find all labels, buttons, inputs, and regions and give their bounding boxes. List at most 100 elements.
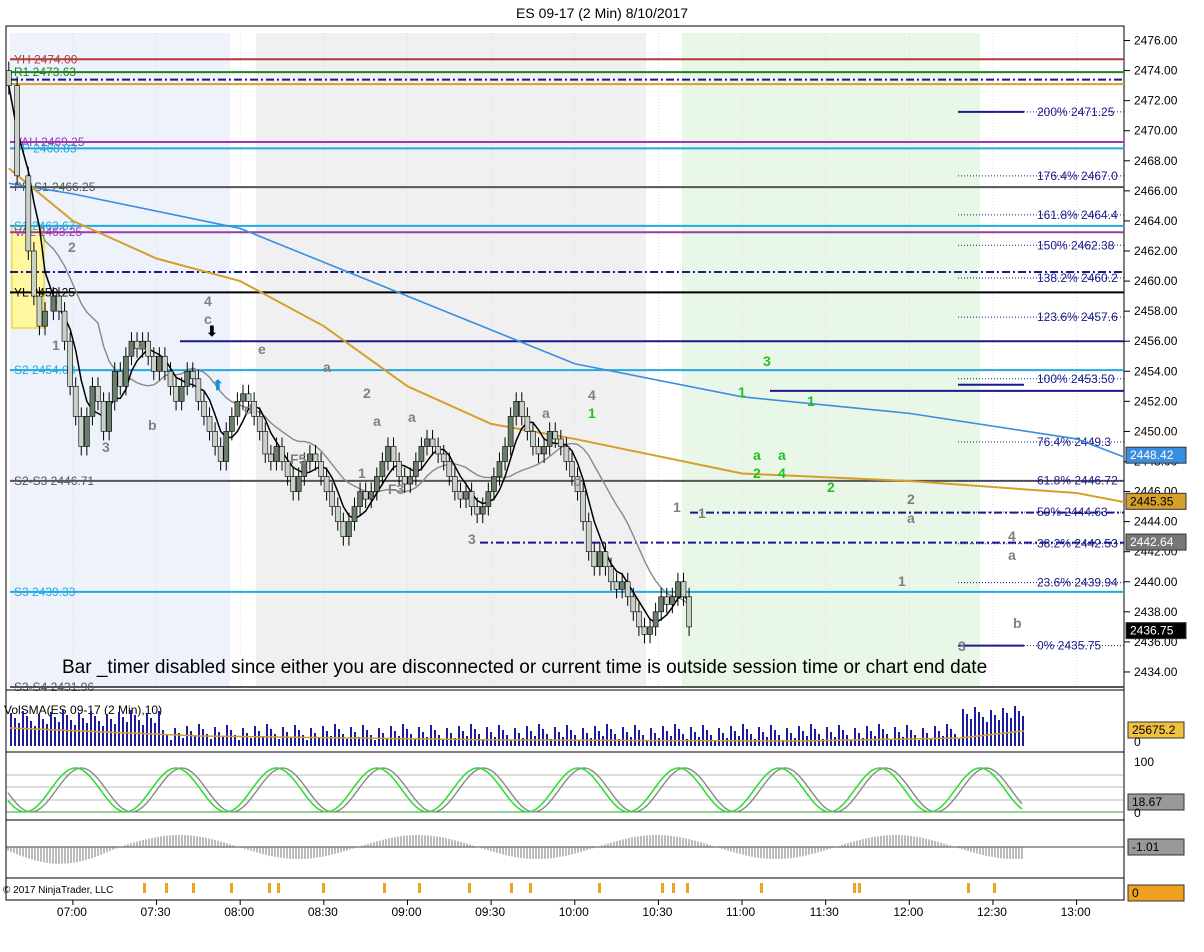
volume-bar xyxy=(838,725,840,746)
volume-bar xyxy=(562,737,564,746)
candle-body xyxy=(686,596,692,628)
candle-body xyxy=(256,416,263,432)
candle-body xyxy=(106,401,112,432)
price-tick-label: 2452.00 xyxy=(1134,394,1178,408)
volume-bar xyxy=(774,730,776,746)
price-tick-label: 2474.00 xyxy=(1134,64,1178,78)
volume-bar xyxy=(922,728,924,746)
volume-bar xyxy=(750,734,752,746)
orange-marker xyxy=(598,883,601,893)
volume-bar xyxy=(174,728,176,746)
orange-marker xyxy=(383,883,386,893)
session-zone-midday xyxy=(682,33,980,687)
volume-bar xyxy=(182,738,184,746)
wave-label: 3 xyxy=(468,531,476,547)
price-tick-label: 2434.00 xyxy=(1134,665,1178,679)
candle-body xyxy=(591,551,598,568)
candle-body xyxy=(217,446,224,462)
candle-body xyxy=(396,461,402,477)
volume-bar xyxy=(418,727,420,746)
fib-label: 138.2% 2460.2 xyxy=(1037,271,1118,285)
candle-body xyxy=(150,355,157,372)
volume-bar xyxy=(274,734,276,746)
volume-bar xyxy=(650,728,652,746)
volume-bar xyxy=(698,737,700,746)
price-tick-label: 2470.00 xyxy=(1134,124,1178,138)
volume-bar xyxy=(146,713,148,746)
candle-body xyxy=(619,581,625,590)
copyright-text: © 2017 NinjaTrader, LLC xyxy=(3,885,113,896)
candle-body xyxy=(318,461,324,477)
candle-body xyxy=(407,476,414,485)
volume-bar xyxy=(82,718,84,746)
volume-indicator-label: VolSMA(ES 09-17 (2 Min),10) xyxy=(4,703,162,717)
volume-bar xyxy=(26,716,28,746)
candle-body xyxy=(201,401,207,417)
volume-bar xyxy=(814,729,816,746)
candle-body xyxy=(647,626,653,635)
candle-body xyxy=(312,453,319,462)
volume-bar xyxy=(622,727,624,746)
volume-bar xyxy=(78,713,80,746)
candle-body xyxy=(585,521,592,552)
price-tag-label: 2445.35 xyxy=(1130,494,1174,508)
volume-bar xyxy=(754,739,756,746)
volume-bar xyxy=(678,729,680,746)
volume-bar xyxy=(970,719,972,746)
volume-bar xyxy=(762,732,764,746)
candle-body xyxy=(385,446,391,462)
wave-label: 1 xyxy=(898,573,906,589)
volume-bar xyxy=(382,733,384,746)
volume-bar xyxy=(1002,708,1004,746)
volume-bar xyxy=(58,722,60,746)
volume-bar xyxy=(1006,713,1008,746)
orange-marker xyxy=(418,883,421,893)
volume-bar xyxy=(62,710,64,746)
volume-bar xyxy=(794,738,796,746)
wave-label: 1 xyxy=(698,505,706,521)
candle-body xyxy=(374,476,380,492)
candle-body xyxy=(323,476,330,492)
time-tick-label: 12:00 xyxy=(893,905,923,919)
candle-body xyxy=(156,355,163,372)
candle-body xyxy=(446,461,453,477)
time-tick-label: 12:30 xyxy=(977,905,1007,919)
candle-body xyxy=(100,401,107,432)
volume-bar xyxy=(926,733,928,746)
volume-bar xyxy=(526,726,528,746)
candle-body xyxy=(368,491,375,500)
candle-body xyxy=(424,438,430,447)
candle-body xyxy=(362,491,369,500)
candle-body xyxy=(262,431,269,455)
volume-bar xyxy=(318,738,320,746)
candle-body xyxy=(479,506,486,515)
candle-body xyxy=(329,491,335,507)
pivot-level-label: R1 2473.63 xyxy=(14,65,76,79)
volume-bar xyxy=(158,711,160,746)
candle-body xyxy=(663,596,670,605)
volume-bar xyxy=(962,709,964,746)
orange-marker xyxy=(529,883,532,893)
volume-bar xyxy=(70,720,72,746)
volume-bar xyxy=(498,725,500,746)
volume-bar xyxy=(654,733,656,746)
wave-label: 4 xyxy=(204,293,212,309)
volume-bar xyxy=(994,715,996,746)
orange-marker xyxy=(993,883,996,893)
orange-marker xyxy=(230,883,233,893)
volume-bar xyxy=(990,710,992,746)
wave-label: 1 xyxy=(673,499,681,515)
candle-body xyxy=(524,416,531,432)
volume-bar xyxy=(870,731,872,746)
volume-bar xyxy=(326,731,328,746)
candle-body xyxy=(440,453,447,462)
candle-body xyxy=(435,446,441,455)
candle-body xyxy=(518,401,525,417)
candle-body xyxy=(167,370,174,387)
volume-bar xyxy=(522,738,524,746)
wave-label: b xyxy=(148,417,157,433)
price-tick-label: 2456.00 xyxy=(1134,334,1178,348)
chart-canvas[interactable]: YH 2474.00R1 2473.63VAH 2469.25PP 2468.8… xyxy=(0,0,1204,952)
volume-bar xyxy=(946,724,948,746)
volume-bar xyxy=(866,726,868,746)
